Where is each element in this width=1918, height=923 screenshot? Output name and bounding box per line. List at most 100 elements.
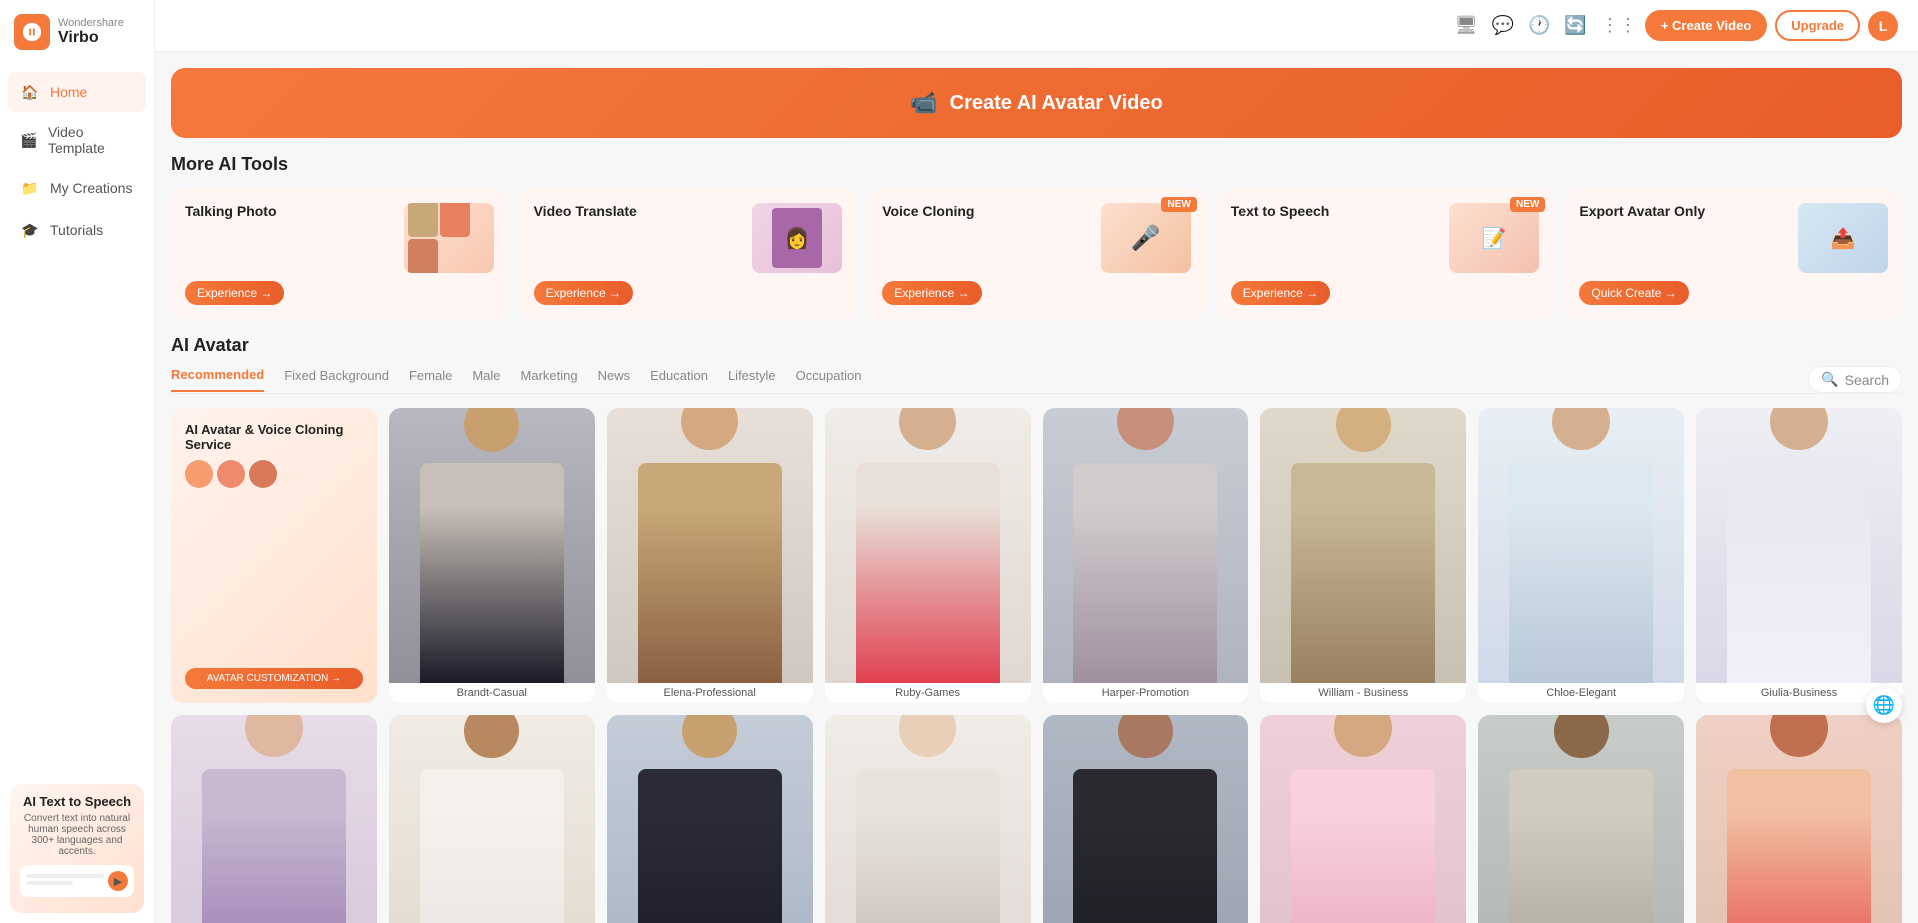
text-to-speech-name: Text to Speech — [1231, 203, 1330, 219]
logo-area: Wondershare Virbo — [0, 0, 154, 64]
sidebar-item-home[interactable]: 🏠 Home — [8, 72, 146, 112]
text-to-speech-img: 📝 — [1449, 203, 1539, 273]
export-avatar-quick-button[interactable]: Quick Create → — [1579, 281, 1688, 305]
sidebar-item-video-template[interactable]: 🎬 Video Template — [8, 114, 146, 166]
sidebar: Wondershare Virbo 🏠 Home 🎬 Video Templat… — [0, 0, 155, 923]
avatar-card-chloe[interactable]: Chloe-Elegant — [1478, 408, 1684, 703]
william-image — [1260, 408, 1466, 683]
ai-avatar-title: AI Avatar — [171, 335, 1902, 356]
create-video-button[interactable]: + Create Video — [1645, 10, 1767, 41]
chat-icon[interactable]: 💬 — [1492, 15, 1514, 36]
tts-title: AI Text to Speech — [20, 794, 134, 809]
sidebar-item-my-creations-label: My Creations — [50, 180, 132, 196]
chloe-image — [1478, 408, 1684, 683]
sidebar-bottom: AI Text to Speech Convert text into natu… — [0, 774, 154, 923]
avatar-card-arjun[interactable]: Arjun-Araber — [389, 715, 595, 923]
contee-image — [1478, 715, 1684, 923]
globe-button[interactable]: 🌐 — [1866, 687, 1902, 723]
talking-photo-top: Talking Photo — [185, 203, 494, 273]
brand-name: Wondershare — [58, 17, 124, 29]
talking-photo-exp-button[interactable]: Experience → — [185, 281, 284, 305]
sidebar-nav: 🏠 Home 🎬 Video Template 📁 My Creations 🎓… — [0, 64, 154, 774]
search-icon: 🔍 — [1821, 371, 1838, 388]
elena-name: Elena-Professional — [607, 683, 813, 703]
video-translate-top: Video Translate 👩 — [534, 203, 843, 273]
sidebar-item-tutorials-label: Tutorials — [50, 222, 103, 238]
film-icon: 🎬 — [20, 130, 38, 150]
avatar-card-contee[interactable]: Contee-Leisure — [1478, 715, 1684, 923]
giulia-image — [1696, 408, 1902, 683]
sidebar-item-my-creations[interactable]: 📁 My Creations — [8, 168, 146, 208]
tts-line-1 — [26, 874, 104, 878]
sidebar-item-tutorials[interactable]: 🎓 Tutorials — [8, 210, 146, 250]
avatar-card-ruby-games[interactable]: Ruby-Games — [825, 408, 1031, 703]
tool-card-export-avatar: Export Avatar Only 📤 Quick Create → — [1565, 189, 1902, 319]
tool-card-voice-cloning: NEW Voice Cloning 🎤 Experience → — [868, 189, 1205, 319]
ruby-games-name: Ruby-Games — [825, 683, 1031, 703]
grid-icon[interactable]: ⋮⋮ — [1601, 15, 1637, 36]
avatar-card-mina[interactable]: Mina-Hanfu — [825, 715, 1031, 923]
user-avatar[interactable]: L — [1868, 11, 1898, 41]
tab-education[interactable]: Education — [650, 368, 708, 391]
harper-promo-name: Harper-Promotion — [1043, 683, 1249, 703]
chloe-name: Chloe-Elegant — [1478, 683, 1684, 703]
william-name: William - Business — [1260, 683, 1466, 703]
refresh-icon[interactable]: 🔄 — [1564, 15, 1586, 36]
avatar-promo-card: AI Avatar & Voice Cloning Service AVATAR… — [171, 408, 377, 703]
avatar-card-amara[interactable]: Amara-Traditional — [1696, 715, 1902, 923]
voice-cloning-exp-button[interactable]: Experience → — [882, 281, 981, 305]
brandt-image — [389, 408, 595, 683]
tool-card-video-translate: Video Translate 👩 Experience → — [520, 189, 857, 319]
video-translate-exp-button[interactable]: Experience → — [534, 281, 633, 305]
more-ai-tools-title: More AI Tools — [171, 154, 1902, 175]
graduation-icon: 🎓 — [20, 220, 40, 240]
logo-icon — [14, 14, 50, 50]
voice-cloning-img: 🎤 — [1101, 203, 1191, 273]
main-content: 🖥 💬 🕐 🔄 ⋮⋮ + Create Video Upgrade L 📹 Cr… — [155, 0, 1918, 923]
avatar-card-brandt[interactable]: Brandt-Casual — [389, 408, 595, 703]
harper-promo-image — [1043, 408, 1249, 683]
ai-tools-grid: Talking Photo Experience → Video Transla… — [171, 189, 1902, 319]
logo-text: Wondershare Virbo — [58, 17, 124, 47]
avatar-card-elena[interactable]: Elena-Professional — [607, 408, 813, 703]
tab-news[interactable]: News — [598, 368, 631, 391]
tts-mockup: ▶ — [20, 865, 134, 897]
mina-image — [825, 715, 1031, 923]
app-name: Virbo — [58, 29, 124, 47]
avatar-card-gabriel[interactable]: Gabriel-Business — [607, 715, 813, 923]
tab-recommended[interactable]: Recommended — [171, 367, 264, 392]
tab-marketing[interactable]: Marketing — [521, 368, 578, 391]
tool-card-text-to-speech: NEW Text to Speech 📝 Experience → — [1217, 189, 1554, 319]
tab-occupation[interactable]: Occupation — [796, 368, 862, 391]
text-to-speech-exp-button[interactable]: Experience → — [1231, 281, 1330, 305]
hero-banner[interactable]: 📹 Create AI Avatar Video — [171, 68, 1902, 138]
export-avatar-img: 📤 — [1798, 203, 1888, 273]
avatar-customization-button[interactable]: AVATAR CUSTOMIZATION → — [185, 668, 363, 689]
text-to-speech-new-badge: NEW — [1510, 197, 1545, 212]
avatar-card-harper-promo[interactable]: Harper-Promotion — [1043, 408, 1249, 703]
avatar-card-harper-news[interactable]: Harper - News Anchor — [1260, 715, 1466, 923]
top-bar-icons: 🖥 💬 🕐 🔄 ⋮⋮ — [1455, 15, 1637, 36]
voice-cloning-new-badge: NEW — [1161, 197, 1196, 212]
tab-male[interactable]: Male — [472, 368, 500, 391]
john-image — [1043, 715, 1249, 923]
ruby-games-image — [825, 408, 1031, 683]
hero-banner-text: Create AI Avatar Video — [950, 92, 1163, 115]
monitor-icon[interactable]: 🖥 — [1455, 15, 1478, 36]
tab-female[interactable]: Female — [409, 368, 452, 391]
tts-desc: Convert text into natural human speech a… — [20, 813, 134, 857]
avatar-card-john[interactable]: John-Marketer — [1043, 715, 1249, 923]
avatar-card-ruby-formal[interactable]: Ruby-Formal — [171, 715, 377, 923]
avatar-card-giulia[interactable]: Giulia-Business — [1696, 408, 1902, 703]
elena-image — [607, 408, 813, 683]
tab-fixed-background[interactable]: Fixed Background — [284, 368, 389, 391]
tab-lifestyle[interactable]: Lifestyle — [728, 368, 776, 391]
search-box[interactable]: 🔍 Search — [1808, 366, 1902, 393]
avatar-card-william[interactable]: William - Business — [1260, 408, 1466, 703]
tts-play-button[interactable]: ▶ — [108, 871, 128, 891]
folder-icon: 📁 — [20, 178, 40, 198]
history-icon[interactable]: 🕐 — [1528, 15, 1550, 36]
tts-line-2 — [26, 881, 73, 885]
avatar-video-icon: 📹 — [910, 90, 937, 116]
upgrade-button[interactable]: Upgrade — [1775, 10, 1860, 41]
